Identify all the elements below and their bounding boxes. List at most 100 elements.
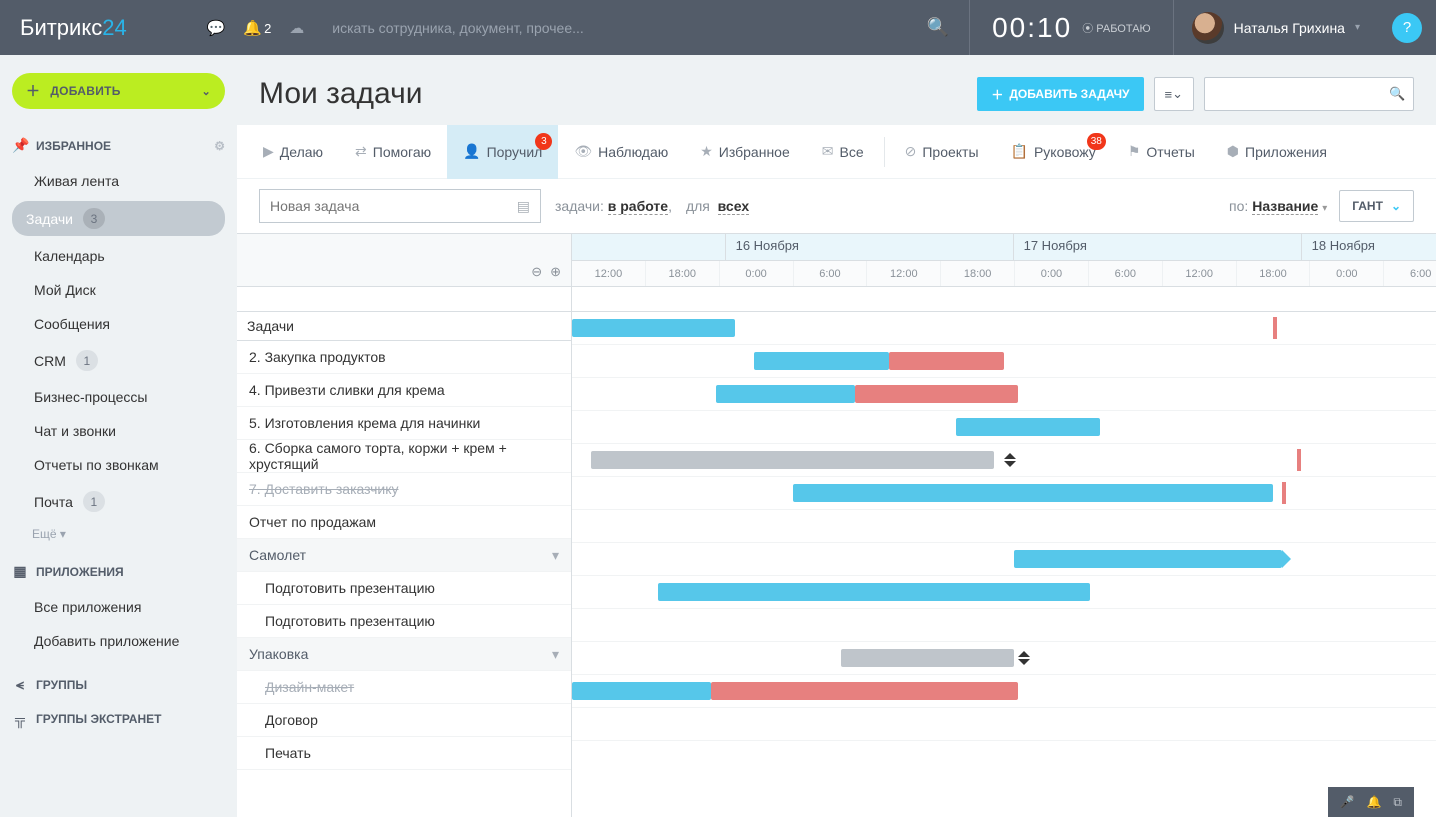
tab-icon: ✉	[822, 143, 834, 160]
deadline-marker	[1297, 449, 1301, 471]
gantt-task-row[interactable]: 4. Привезти сливки для крема	[237, 374, 571, 407]
new-task-input[interactable]	[270, 198, 517, 214]
plus-icon: ＋	[26, 81, 40, 101]
chevron-down-icon: ⌄	[1391, 199, 1401, 213]
gantt-task-row[interactable]: Подготовить презентацию	[237, 605, 571, 638]
gantt: ⊖ ⊕ Задачи 2. Закупка продуктов4. Привез…	[237, 233, 1436, 817]
add-button[interactable]: ＋ ДОБАВИТЬ ⌄	[12, 73, 225, 109]
view-gantt-button[interactable]: ГАНТ⌄	[1339, 190, 1414, 222]
badge: 1	[83, 491, 105, 512]
gantt-bar[interactable]	[793, 484, 1273, 502]
search-icon[interactable]: 🔍	[927, 17, 949, 38]
filter-status[interactable]: в работе	[608, 198, 668, 215]
tab[interactable]: ⚑Отчеты	[1112, 125, 1211, 179]
tab[interactable]: ★Избранное	[684, 125, 806, 179]
sidebar-more[interactable]: Ещё ▾	[12, 521, 225, 545]
task-search-input[interactable]	[1213, 87, 1389, 102]
zoom-in-icon[interactable]: ⊕	[550, 264, 561, 280]
gantt-bar[interactable]	[711, 682, 1018, 700]
sidebar-item[interactable]: Мой Диск	[12, 273, 225, 307]
sidebar-item[interactable]: CRM1	[12, 341, 225, 380]
add-task-button[interactable]: ＋ДОБАВИТЬ ЗАДАЧУ	[977, 77, 1143, 111]
screen-icon[interactable]: ⧉	[1393, 795, 1402, 810]
search-input[interactable]	[332, 20, 752, 36]
work-timer[interactable]: 00:10 ⦿ РАБОТАЮ	[969, 0, 1174, 55]
bell-icon[interactable]: 🔔	[1366, 795, 1381, 809]
sort-by[interactable]: Название	[1252, 198, 1318, 215]
tab[interactable]: 📋Руковожу38	[995, 125, 1112, 179]
gantt-bar-row	[572, 576, 1436, 609]
expand-icon[interactable]: ▤	[517, 198, 530, 215]
gantt-group-row[interactable]: Упаковка▾	[237, 638, 571, 671]
gantt-task-row[interactable]: Отчет по продажам	[237, 506, 571, 539]
sidebar-item[interactable]: Добавить приложение	[12, 624, 225, 658]
page-header: Мои задачи ＋ДОБАВИТЬ ЗАДАЧУ ≡ ⌄ 🔍	[237, 55, 1436, 121]
chat-icon[interactable]: 💬	[207, 19, 226, 37]
top-icons: 💬 🔔2 ☁	[207, 19, 305, 37]
sidebar-item[interactable]: Почта1	[12, 482, 225, 521]
gantt-group-row[interactable]: Самолет▾	[237, 539, 571, 572]
sidebar-item[interactable]: Отчеты по звонкам	[12, 448, 225, 482]
gantt-task-row[interactable]: Подготовить презентацию	[237, 572, 571, 605]
tab-icon: 👤	[463, 143, 480, 160]
gantt-bar[interactable]	[754, 352, 888, 370]
tab[interactable]: ⇄Помогаю	[339, 125, 447, 179]
sidebar-item[interactable]: Живая лента	[12, 164, 225, 198]
tab[interactable]: ⬢Приложения	[1211, 125, 1343, 179]
zoom-out-icon[interactable]: ⊖	[531, 264, 542, 280]
chevron-down-icon[interactable]: ▾	[552, 547, 559, 564]
new-task-input-wrap: ▤	[259, 189, 541, 223]
gantt-task-row[interactable]: Дизайн-макет	[237, 671, 571, 704]
help-button[interactable]: ?	[1392, 13, 1422, 43]
sidebar-item[interactable]: Чат и звонки	[12, 414, 225, 448]
mic-icon[interactable]: 🎤	[1340, 795, 1355, 809]
view-options-button[interactable]: ≡ ⌄	[1154, 77, 1195, 111]
sidebar-item[interactable]: Бизнес-процессы	[12, 380, 225, 414]
gantt-bar[interactable]	[889, 352, 1004, 370]
gantt-bar[interactable]	[956, 418, 1100, 436]
gantt-task-row[interactable]: 7. Доставить заказчику	[237, 473, 571, 506]
gantt-task-row[interactable]: 5. Изготовления крема для начинки	[237, 407, 571, 440]
gantt-bar-row	[572, 675, 1436, 708]
gantt-bar[interactable]	[572, 682, 711, 700]
global-search: 🔍	[332, 17, 969, 38]
tab[interactable]: 👤Поручил3	[447, 125, 558, 179]
gantt-chart[interactable]: 16 Ноября17 Ноября18 Ноября 12:0018:000:…	[572, 234, 1436, 817]
gantt-task-row[interactable]: Договор	[237, 704, 571, 737]
tab-icon: 📋	[1011, 143, 1028, 160]
tab-icon: ⬢	[1227, 143, 1239, 160]
tab[interactable]: ⊘Проекты	[889, 125, 995, 179]
tab-icon: ⇄	[355, 143, 367, 160]
sitemap-icon: ╦	[12, 711, 28, 727]
gantt-bar[interactable]	[591, 451, 994, 469]
bell-icon[interactable]: 🔔2	[243, 19, 271, 37]
gantt-bar[interactable]	[716, 385, 855, 403]
sidebar-section-groups[interactable]: ⪪ ГРУППЫ	[12, 676, 225, 693]
gantt-bar-row	[572, 708, 1436, 741]
gantt-bar[interactable]	[841, 649, 1014, 667]
tab[interactable]: ▶Делаю	[247, 125, 339, 179]
gantt-task-row[interactable]: Печать	[237, 737, 571, 770]
deadline-marker	[1282, 482, 1286, 504]
tab[interactable]: 👁Наблюдаю	[558, 125, 684, 179]
sidebar-item[interactable]: Календарь	[12, 239, 225, 273]
gantt-bar[interactable]	[658, 583, 1090, 601]
gantt-task-row[interactable]: 6. Сборка самого торта, коржи + крем + х…	[237, 440, 571, 473]
bottom-toolbar[interactable]: 🎤 🔔 ⧉	[1328, 787, 1414, 817]
gear-icon[interactable]: ⚙	[214, 139, 225, 153]
gantt-bar[interactable]	[1014, 550, 1283, 568]
sidebar-item[interactable]: Задачи3	[12, 201, 225, 236]
gantt-task-row[interactable]: 2. Закупка продуктов	[237, 341, 571, 374]
user-menu[interactable]: Наталья Грихина ▾	[1174, 12, 1378, 44]
gantt-bar-row	[572, 345, 1436, 378]
cloud-icon[interactable]: ☁	[289, 19, 304, 37]
gantt-bar[interactable]	[572, 319, 735, 337]
filter-for[interactable]: всех	[718, 198, 749, 215]
search-icon[interactable]: 🔍	[1389, 86, 1405, 102]
tab[interactable]: ✉Все	[806, 125, 880, 179]
sidebar-item[interactable]: Все приложения	[12, 590, 225, 624]
sidebar-section-extranet[interactable]: ╦ ГРУППЫ ЭКСТРАНЕТ	[12, 711, 225, 727]
chevron-down-icon[interactable]: ▾	[552, 646, 559, 663]
gantt-bar[interactable]	[855, 385, 1018, 403]
sidebar-item[interactable]: Сообщения	[12, 307, 225, 341]
